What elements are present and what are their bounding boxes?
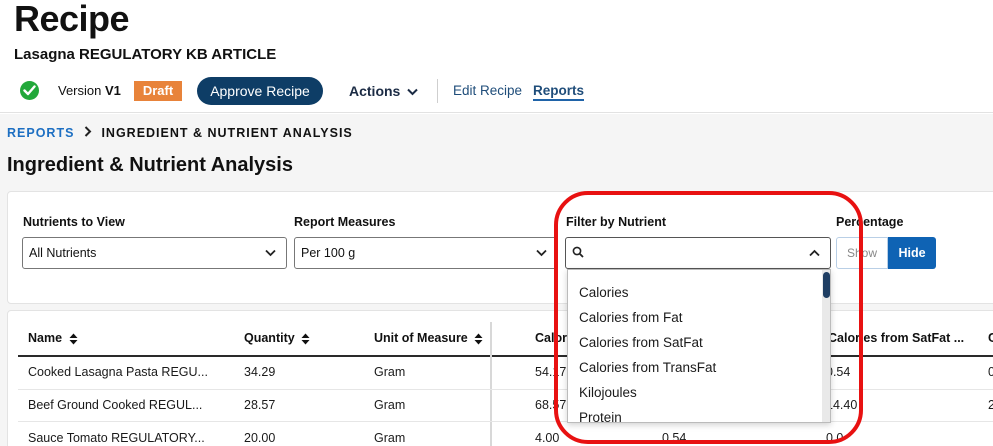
column-header-calories[interactable]: Calor bbox=[535, 331, 567, 345]
row-divider bbox=[18, 389, 993, 390]
check-circle-icon bbox=[20, 81, 39, 100]
cell-calories: 4.00 bbox=[535, 431, 560, 445]
header-divider bbox=[18, 355, 993, 357]
cell-calories: 54.17 bbox=[535, 365, 567, 379]
nutrients-to-view-value: All Nutrients bbox=[29, 246, 97, 260]
actions-menu-button[interactable]: Actions bbox=[349, 83, 418, 99]
cell-name: Sauce Tomato REGULATORY... bbox=[28, 431, 205, 445]
breadcrumb: REPORTS INGREDIENT & NUTRIENT ANALYSIS bbox=[7, 126, 353, 140]
section-title: Ingredient & Nutrient Analysis bbox=[7, 154, 293, 176]
report-measures-select[interactable]: Per 100 g bbox=[294, 237, 558, 269]
nutrients-to-view-select[interactable]: All Nutrients bbox=[22, 237, 287, 269]
column-header-label: Unit of Measure bbox=[374, 331, 468, 345]
cell-unit: Gram bbox=[374, 365, 406, 379]
cell-name: Beef Ground Cooked REGUL... bbox=[28, 398, 203, 412]
percentage-show-button[interactable]: Show bbox=[836, 237, 888, 269]
chevron-down-icon bbox=[407, 89, 418, 96]
actions-label: Actions bbox=[349, 83, 401, 99]
cell-unit: Gram bbox=[374, 431, 406, 445]
sort-icon bbox=[301, 333, 310, 345]
status-badge: Draft bbox=[134, 81, 182, 101]
cell-extra: 0 bbox=[988, 365, 993, 379]
nutrient-options-dropdown: Calories Calories from Fat Calories from… bbox=[567, 269, 831, 423]
status-row: Version V1 Draft Approve Recipe Actions … bbox=[0, 76, 993, 106]
nutrients-to-view-label: Nutrients to View bbox=[23, 215, 125, 229]
sort-icon bbox=[69, 333, 78, 345]
cell-extra: 2 bbox=[988, 398, 993, 412]
recipe-subtitle: Lasagna REGULATORY KB ARTICLE bbox=[14, 46, 277, 63]
tab-reports[interactable]: Reports bbox=[533, 83, 585, 101]
chevron-up-icon bbox=[809, 249, 820, 257]
column-header-extra[interactable]: C bbox=[988, 331, 993, 345]
chevron-down-icon bbox=[265, 249, 276, 257]
dropdown-scrollbar-thumb[interactable] bbox=[823, 272, 830, 298]
nutrient-option-calories-from-satfat[interactable]: Calories from SatFat bbox=[579, 335, 703, 350]
nutrient-option-protein[interactable]: Protein bbox=[579, 410, 622, 422]
cell-quantity: 20.00 bbox=[244, 431, 276, 445]
chevron-right-icon bbox=[84, 126, 92, 140]
version-label: Version bbox=[58, 83, 102, 98]
nutrient-option-calories-from-fat[interactable]: Calories from Fat bbox=[579, 310, 683, 325]
column-header-label: Quantity bbox=[244, 331, 295, 345]
cell-satfat: 0.0 bbox=[826, 431, 844, 445]
column-header-unit[interactable]: Unit of Measure bbox=[374, 331, 483, 345]
cell-quantity: 34.29 bbox=[244, 365, 276, 379]
tab-edit-recipe[interactable]: Edit Recipe bbox=[453, 83, 522, 98]
filter-by-nutrient-input[interactable] bbox=[565, 237, 831, 269]
breadcrumb-current: INGREDIENT & NUTRIENT ANALYSIS bbox=[101, 126, 353, 140]
report-measures-value: Per 100 g bbox=[301, 246, 356, 260]
cell-mid: 0.54 bbox=[662, 431, 687, 445]
percentage-label: Percentage bbox=[836, 215, 904, 229]
chevron-down-icon bbox=[536, 249, 547, 257]
cell-unit: Gram bbox=[374, 398, 406, 412]
column-header-quantity[interactable]: Quantity bbox=[244, 331, 310, 345]
version-value: V1 bbox=[105, 83, 121, 98]
column-header-label: Name bbox=[28, 331, 63, 345]
nutrient-option-kilojoules[interactable]: Kilojoules bbox=[579, 385, 637, 400]
search-icon bbox=[572, 246, 584, 258]
sort-icon bbox=[474, 333, 483, 345]
column-header-calories-from-satfat[interactable]: Calories from SatFat ... bbox=[828, 331, 964, 345]
row-divider bbox=[18, 421, 993, 422]
frozen-column-divider[interactable] bbox=[490, 322, 492, 446]
breadcrumb-reports-link[interactable]: REPORTS bbox=[7, 126, 74, 140]
approve-recipe-button[interactable]: Approve Recipe bbox=[197, 77, 323, 105]
cell-name: Cooked Lasagna Pasta REGU... bbox=[28, 365, 208, 379]
cell-calories: 68.57 bbox=[535, 398, 567, 412]
column-header-name[interactable]: Name bbox=[28, 331, 78, 345]
percentage-hide-button[interactable]: Hide bbox=[888, 237, 936, 269]
divider bbox=[437, 79, 438, 103]
nutrient-option-calories-from-transfat[interactable]: Calories from TransFat bbox=[579, 360, 716, 375]
cell-quantity: 28.57 bbox=[244, 398, 276, 412]
filter-by-nutrient-label: Filter by Nutrient bbox=[566, 215, 667, 229]
report-measures-label: Report Measures bbox=[294, 215, 396, 229]
nutrient-option-calories[interactable]: Calories bbox=[579, 285, 629, 300]
page-title: Recipe bbox=[14, 0, 130, 39]
version-indicator: Version V1 bbox=[58, 83, 121, 98]
recipe-header: Recipe Lasagna REGULATORY KB ARTICLE Ver… bbox=[0, 0, 993, 113]
